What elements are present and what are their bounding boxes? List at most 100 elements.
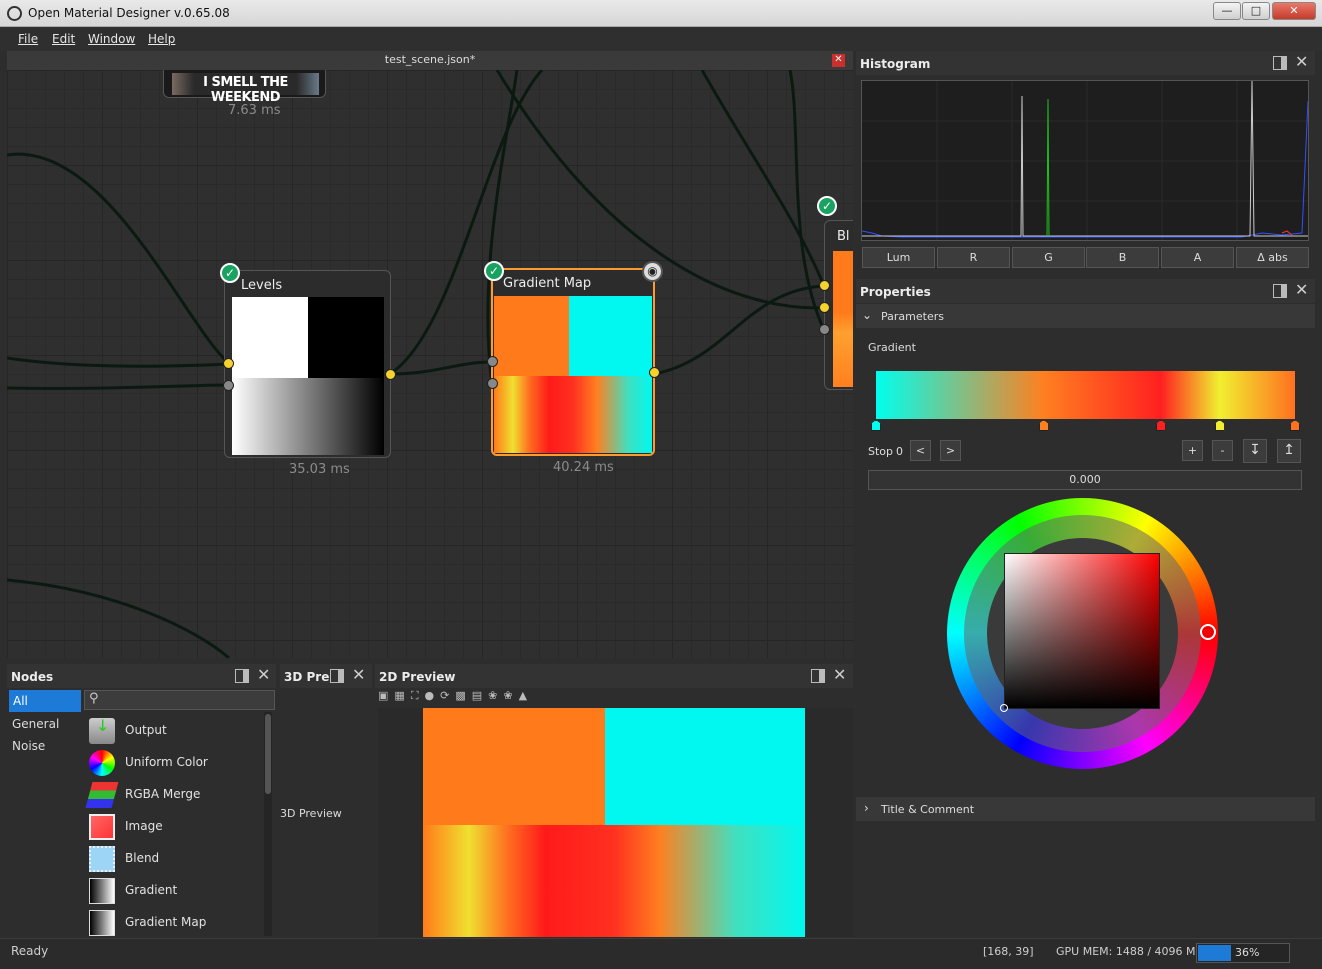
gradient-stop-marker[interactable] xyxy=(871,420,881,431)
save-icon[interactable]: ▣ xyxy=(378,689,394,702)
uniform-color-icon xyxy=(89,750,115,776)
search-icon: ⚲ xyxy=(89,691,99,706)
document-tab-title: test_scene.json* xyxy=(384,53,476,66)
output-port[interactable] xyxy=(385,369,396,380)
image-node-thumbnail: I SMELL THE WEEKEND xyxy=(172,73,319,105)
preview3d-placeholder: 3D Preview xyxy=(280,807,342,820)
debug-icon[interactable]: ❀ xyxy=(503,689,518,702)
node-search-input[interactable]: ⚲ xyxy=(84,690,275,710)
status-text: Ready xyxy=(11,944,49,958)
parameters-section-header[interactable]: ⌄ Parameters xyxy=(856,304,1315,328)
input-port[interactable] xyxy=(487,378,498,389)
menu-window[interactable]: Window xyxy=(88,32,135,46)
gradient-map-node-thumbnail xyxy=(494,296,652,453)
stop-position-field[interactable]: 0.000 xyxy=(868,470,1302,490)
menu-bar: File Edit Window Help xyxy=(0,27,1322,51)
bug-icon[interactable]: ❀ xyxy=(488,689,503,702)
close-window-button[interactable]: ✕ xyxy=(1272,2,1316,20)
dock-icon[interactable] xyxy=(235,669,249,683)
input-port[interactable] xyxy=(819,280,830,291)
next-stop-button[interactable]: > xyxy=(940,440,961,461)
levels-node[interactable]: Levels xyxy=(224,270,391,458)
output-port[interactable] xyxy=(649,367,660,378)
node-graph-canvas[interactable]: I SMELL THE WEEKEND 7.63 ms Levels ✓ 35.… xyxy=(7,70,853,658)
panel-title: Histogram xyxy=(860,57,931,71)
input-port[interactable] xyxy=(819,302,830,313)
menu-help[interactable]: Help xyxy=(148,32,175,46)
title-comment-section-header[interactable]: › Title & Comment xyxy=(856,797,1315,821)
preview2d-viewport[interactable] xyxy=(378,708,853,937)
refresh-icon[interactable]: ⟳ xyxy=(440,689,455,702)
image-node[interactable]: I SMELL THE WEEKEND xyxy=(163,70,326,105)
section-title: Parameters xyxy=(881,310,944,323)
output-icon: ↓ xyxy=(89,716,115,744)
gradient-editor-bar[interactable] xyxy=(876,371,1295,419)
input-port[interactable] xyxy=(819,324,830,335)
gradient-stop-marker[interactable] xyxy=(1290,420,1300,431)
saturation-value-square[interactable] xyxy=(1004,553,1160,709)
menu-edit[interactable]: Edit xyxy=(52,32,75,46)
histogram-channel-button[interactable]: G xyxy=(1012,247,1085,268)
maximize-button[interactable]: □ xyxy=(1242,2,1270,20)
input-port[interactable] xyxy=(223,380,234,391)
input-port[interactable] xyxy=(223,358,234,369)
window-title: Open Material Designer v.0.65.08 xyxy=(28,6,230,20)
scrollbar-thumb[interactable] xyxy=(265,714,271,794)
gradient-stop-marker[interactable] xyxy=(1214,420,1225,431)
category-general[interactable]: General xyxy=(12,717,59,731)
document-tab[interactable]: test_scene.json* ✕ xyxy=(7,51,853,70)
color-picker-handle[interactable] xyxy=(1000,704,1008,712)
connection-wire xyxy=(700,70,826,287)
add-stop-button[interactable]: + xyxy=(1182,440,1203,461)
clear-icon[interactable]: ▲ xyxy=(519,689,533,702)
node-list-scrollbar[interactable] xyxy=(264,712,272,936)
eye-icon[interactable]: ◉ xyxy=(642,261,663,282)
histogram-channel-button[interactable]: Lum xyxy=(862,247,935,268)
color-picker-icon[interactable]: ● xyxy=(425,689,441,702)
graph-connections xyxy=(7,70,826,658)
close-document-icon[interactable]: ✕ xyxy=(832,54,845,67)
gradient-stop-marker[interactable] xyxy=(1155,420,1166,431)
image-icon xyxy=(89,814,115,840)
dock-icon[interactable] xyxy=(1273,56,1287,70)
connection-wire xyxy=(653,284,825,376)
dock-icon[interactable] xyxy=(330,669,344,683)
minimize-button[interactable]: — xyxy=(1213,2,1241,20)
close-icon[interactable]: ✕ xyxy=(1295,282,1309,298)
remove-stop-button[interactable]: - xyxy=(1212,440,1233,461)
import-gradient-icon[interactable]: ↧ xyxy=(1243,439,1267,463)
close-icon[interactable]: ✕ xyxy=(257,667,271,683)
histogram-channel-button[interactable]: R xyxy=(937,247,1010,268)
category-all[interactable]: All xyxy=(9,690,81,712)
stop-index: 0 xyxy=(896,445,903,458)
histogram-channel-button[interactable]: B xyxy=(1086,247,1159,268)
fit-icon[interactable]: ⛶ xyxy=(411,689,425,702)
checker-icon[interactable]: ▩ xyxy=(455,689,471,702)
chevron-down-icon: ⌄ xyxy=(862,308,873,322)
close-icon[interactable]: ✕ xyxy=(352,667,366,683)
grid-icon[interactable]: ▦ xyxy=(394,689,410,702)
histogram-channel-button[interactable]: A xyxy=(1161,247,1234,268)
histogram-channel-button[interactable]: Δ abs xyxy=(1236,247,1309,268)
gradient-map-node[interactable]: Gradient Map xyxy=(491,268,655,456)
cursor-coordinates: [168, 39] xyxy=(983,945,1034,958)
hue-handle[interactable] xyxy=(1200,624,1216,640)
gpu-memory-fill xyxy=(1198,945,1232,961)
prev-stop-button[interactable]: < xyxy=(910,440,931,461)
histogram-graph xyxy=(861,80,1309,240)
properties-panel-header: Properties ✕ xyxy=(856,279,1315,303)
export-gradient-icon[interactable]: ↥ xyxy=(1277,439,1301,463)
panel-title: 2D Preview xyxy=(379,670,456,684)
levels-node-thumbnail xyxy=(232,297,384,455)
color-wheel[interactable] xyxy=(947,498,1218,769)
input-port[interactable] xyxy=(487,356,498,367)
close-icon[interactable]: ✕ xyxy=(1295,54,1309,70)
menu-file[interactable]: File xyxy=(18,32,38,46)
dock-icon[interactable] xyxy=(811,669,825,683)
dock-icon[interactable] xyxy=(1273,284,1287,298)
close-icon[interactable]: ✕ xyxy=(833,667,847,683)
gradient-stop-marker[interactable] xyxy=(1038,420,1049,431)
rgba-merge-icon xyxy=(85,782,119,808)
image-icon[interactable]: ▤ xyxy=(472,689,488,702)
category-noise[interactable]: Noise xyxy=(12,739,45,753)
